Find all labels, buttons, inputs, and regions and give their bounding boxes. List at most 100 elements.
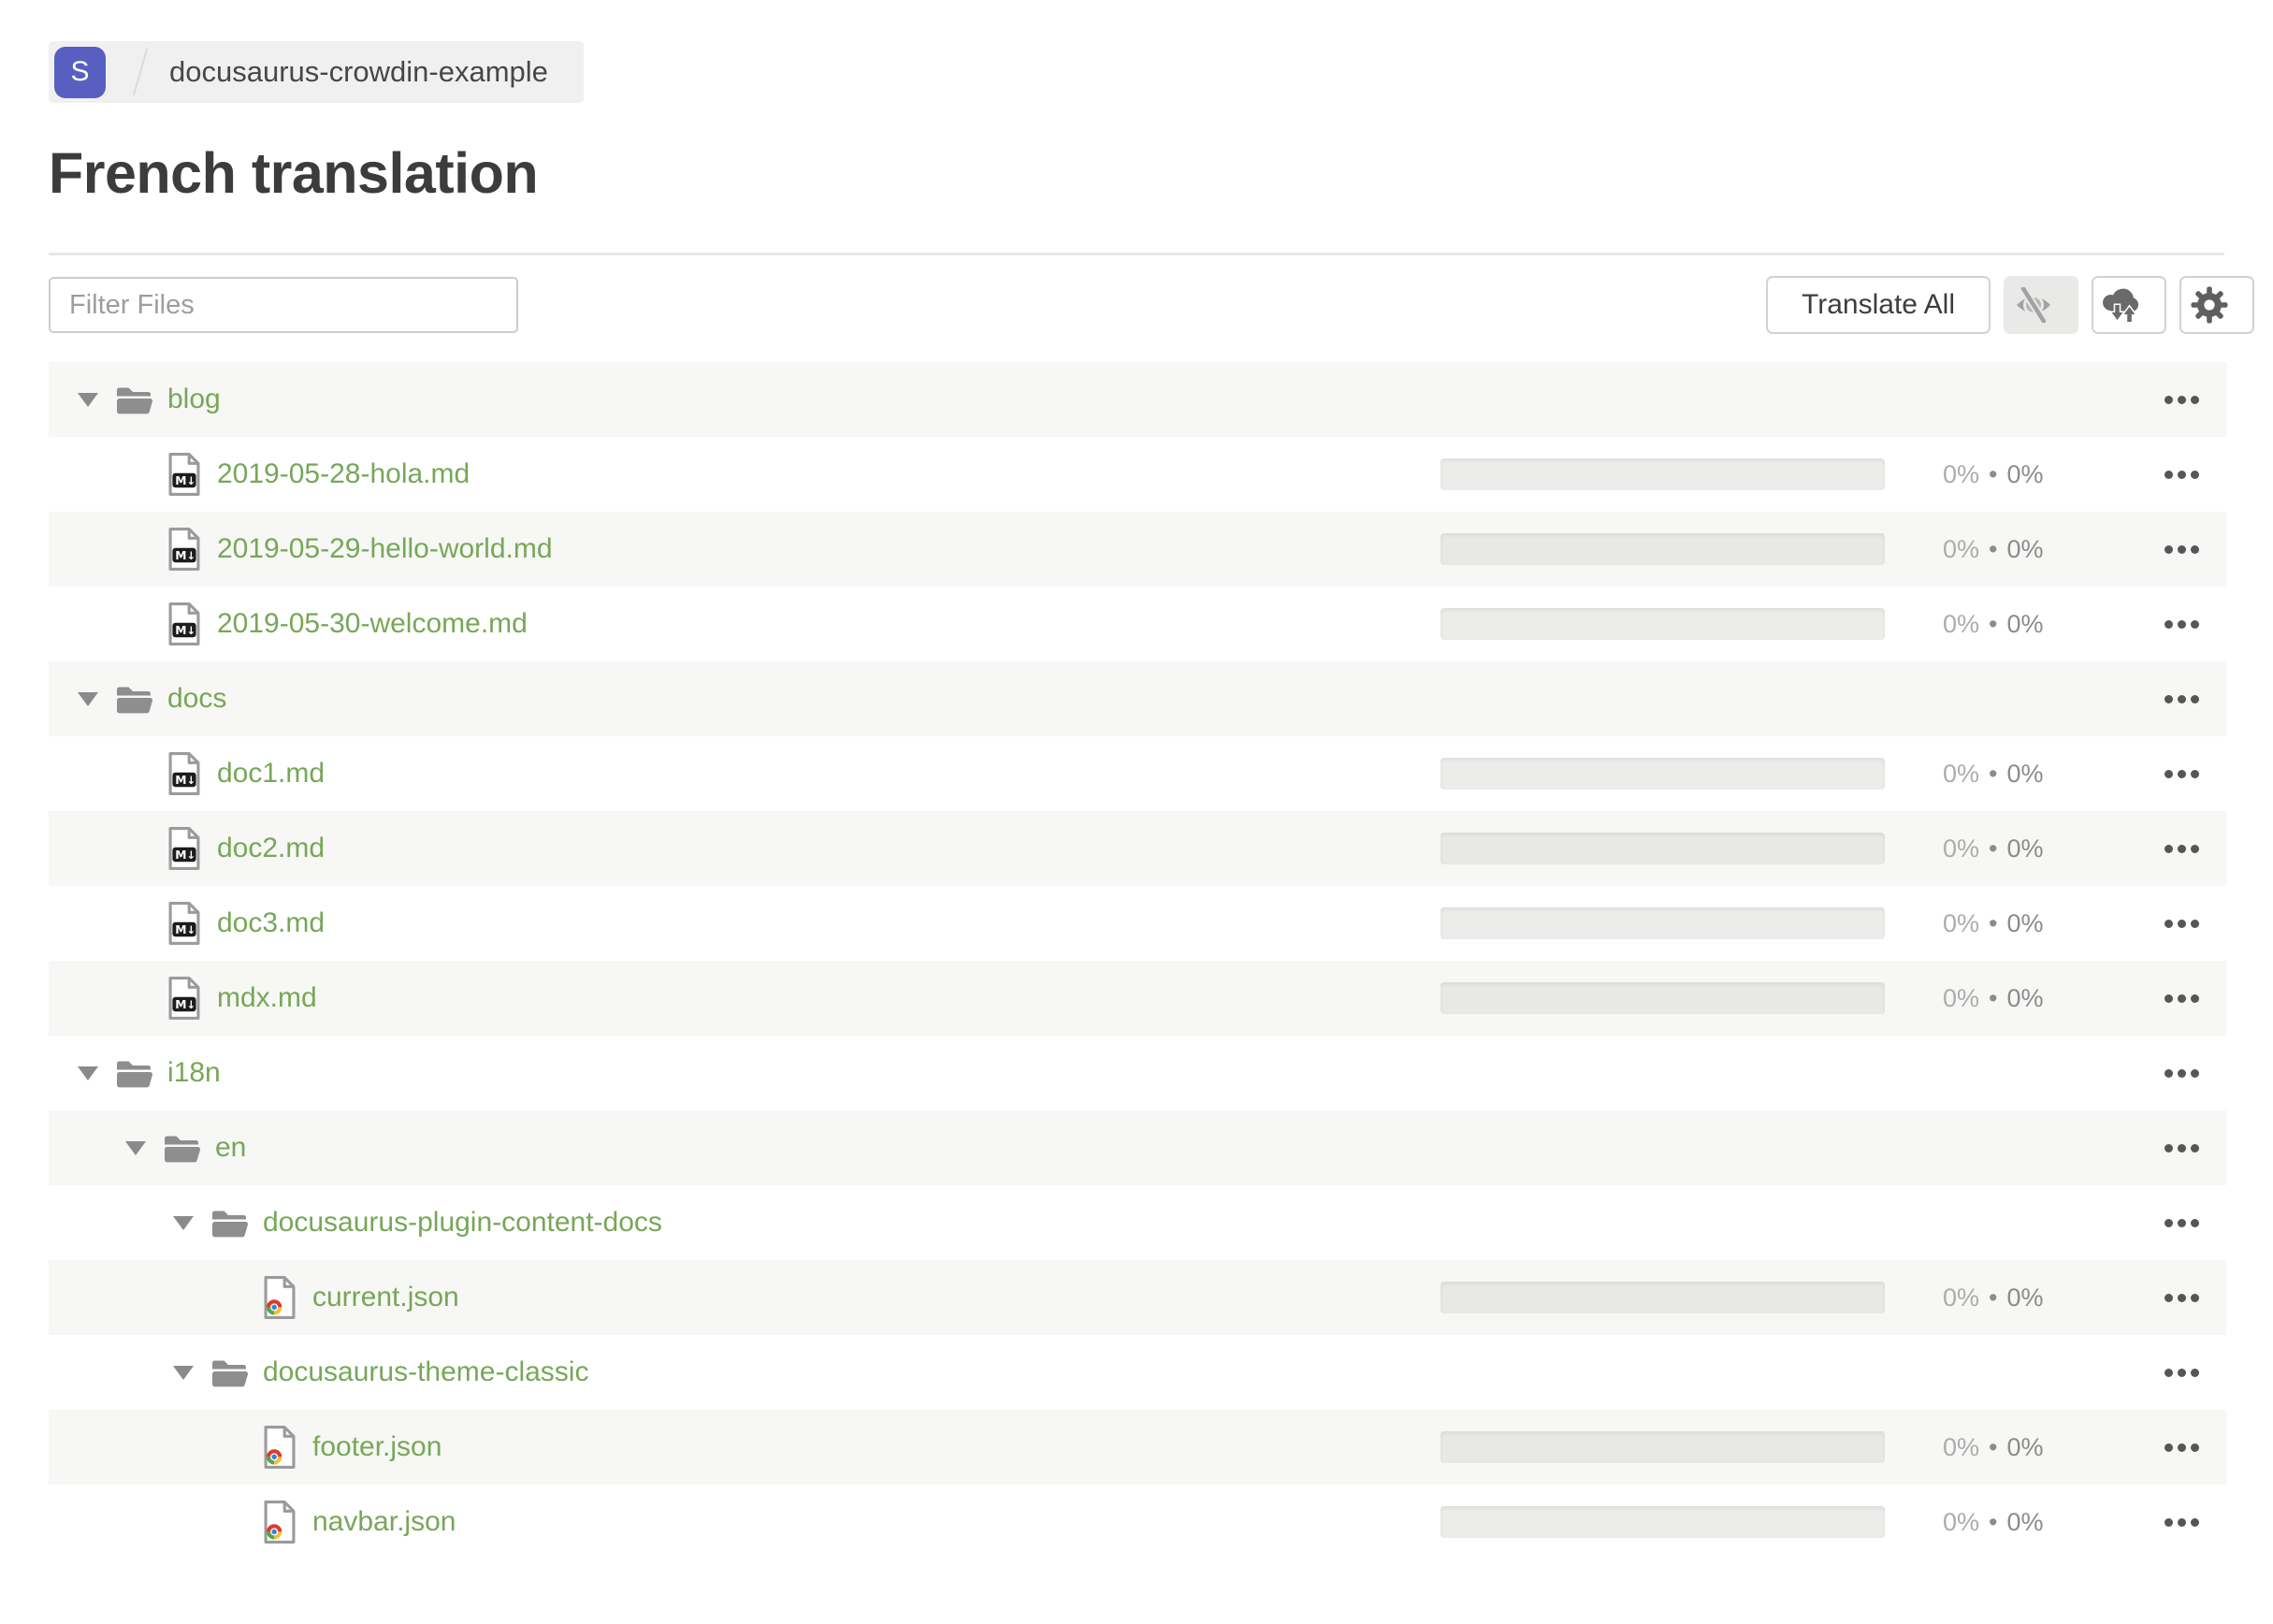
row-menu-button[interactable] xyxy=(2163,1363,2201,1383)
percent-separator: • xyxy=(1989,459,1998,488)
folder-label[interactable]: docusaurus-theme-classic xyxy=(263,1356,588,1388)
file-label[interactable]: mdx.md xyxy=(217,982,317,1014)
breadcrumb-project-name[interactable]: docusaurus-crowdin-example xyxy=(169,55,548,89)
caret-down-icon[interactable] xyxy=(125,1140,146,1155)
percent-separator: • xyxy=(1989,834,1998,863)
progress-percentages: 0% • 0% xyxy=(1943,760,2074,789)
file-label[interactable]: current.json xyxy=(312,1282,459,1313)
caret-down-icon[interactable] xyxy=(173,1365,194,1380)
svg-text:↓: ↓ xyxy=(186,923,195,936)
sync-files-button[interactable] xyxy=(2092,276,2166,334)
tree-row[interactable]: M ↓ mdx.md 0% • 0% xyxy=(49,961,2226,1036)
progress-percentages: 0% • 0% xyxy=(1943,610,2074,639)
tree-row[interactable]: M ↓ footer.json xyxy=(49,1410,2226,1485)
folder-label[interactable]: docs xyxy=(167,683,226,715)
svg-text:↓: ↓ xyxy=(186,549,195,562)
row-menu-button[interactable] xyxy=(2163,914,2201,934)
progress-bar xyxy=(1441,608,1885,640)
folder-label[interactable]: docusaurus-plugin-content-docs xyxy=(263,1207,662,1239)
tree-row[interactable]: M ↓ docusaurus-plugin-con xyxy=(49,1185,2226,1260)
markdown-file-icon: M ↓ xyxy=(166,751,202,796)
folder-label[interactable]: en xyxy=(215,1132,246,1164)
row-menu-button[interactable] xyxy=(2163,1213,2201,1233)
file-label[interactable]: navbar.json xyxy=(312,1506,456,1538)
tree-row[interactable]: M ↓ doc2.md 0% • 0% xyxy=(49,811,2226,886)
percent-separator: • xyxy=(1989,534,1998,563)
tree-row[interactable]: M ↓ 2019-05-28-hola.md 0% • 0% xyxy=(49,437,2226,512)
svg-text:↓: ↓ xyxy=(186,774,195,787)
file-label[interactable]: doc1.md xyxy=(217,758,325,790)
file-label[interactable]: 2019-05-30-welcome.md xyxy=(217,608,528,640)
markdown-file-icon: M ↓ xyxy=(166,976,202,1021)
file-label[interactable]: 2019-05-28-hola.md xyxy=(217,458,470,490)
row-menu-button[interactable] xyxy=(2163,615,2201,634)
file-label[interactable]: footer.json xyxy=(312,1431,442,1463)
progress-bar xyxy=(1441,833,1885,864)
file-label[interactable]: doc3.md xyxy=(217,907,325,939)
markdown-file-icon: M ↓ xyxy=(166,452,202,497)
tree-row[interactable]: M ↓ i18n xyxy=(49,1036,2226,1110)
translate-all-button[interactable]: Translate All xyxy=(1766,276,1991,334)
approved-percent: 0% xyxy=(2006,459,2044,488)
row-menu-button[interactable] xyxy=(2163,390,2201,410)
row-menu-button[interactable] xyxy=(2163,1513,2201,1532)
percent-separator: • xyxy=(1989,759,1998,788)
tree-row[interactable]: M ↓ doc1.md 0% • 0% xyxy=(49,736,2226,811)
translated-percent: 0% xyxy=(1943,1432,1980,1461)
tree-row[interactable]: M ↓ current.json xyxy=(49,1260,2226,1335)
svg-text:M: M xyxy=(175,774,186,787)
caret-down-icon[interactable] xyxy=(173,1215,194,1230)
file-label[interactable]: 2019-05-29-hello-world.md xyxy=(217,533,553,565)
svg-text:↓: ↓ xyxy=(186,848,195,862)
hide-completed-button[interactable] xyxy=(2004,276,2078,334)
tree-row[interactable]: M ↓ docs xyxy=(49,661,2226,736)
tree-row[interactable]: M ↓ blog xyxy=(49,362,2226,437)
row-menu-button[interactable] xyxy=(2163,839,2201,859)
visibility-off-icon xyxy=(2012,287,2055,323)
breadcrumb-separator xyxy=(132,48,149,96)
row-menu-button[interactable] xyxy=(2163,989,2201,1008)
project-avatar[interactable]: S xyxy=(54,46,106,98)
approved-percent: 0% xyxy=(2006,908,2044,937)
translated-percent: 0% xyxy=(1943,609,1980,638)
file-label[interactable]: doc2.md xyxy=(217,833,325,864)
approved-percent: 0% xyxy=(2006,1507,2044,1536)
project-settings-button[interactable] xyxy=(2179,276,2254,334)
json-file-icon xyxy=(262,1425,297,1470)
progress-percentages: 0% • 0% xyxy=(1943,1433,2074,1462)
tree-row[interactable]: M ↓ 2019-05-29-hello-world.md 0% • 0% xyxy=(49,512,2226,587)
tree-row[interactable]: M ↓ navbar.json xyxy=(49,1485,2226,1559)
row-menu-button[interactable] xyxy=(2163,764,2201,784)
tree-row[interactable]: M ↓ doc3.md 0% • 0% xyxy=(49,886,2226,961)
tree-row[interactable]: M ↓ en xyxy=(49,1110,2226,1185)
folder-icon xyxy=(210,1208,248,1239)
caret-down-icon[interactable] xyxy=(78,691,98,706)
markdown-file-icon: M ↓ xyxy=(166,602,202,646)
percent-separator: • xyxy=(1989,1507,1998,1536)
folder-label[interactable]: i18n xyxy=(167,1057,221,1089)
caret-down-icon[interactable] xyxy=(78,392,98,407)
tree-row[interactable]: M ↓ docusaurus-theme-clas xyxy=(49,1335,2226,1410)
translated-percent: 0% xyxy=(1943,759,1980,788)
tree-row[interactable]: M ↓ 2019-05-30-welcome.md 0% • 0% xyxy=(49,587,2226,661)
translated-percent: 0% xyxy=(1943,1283,1980,1312)
row-menu-button[interactable] xyxy=(2163,1438,2201,1457)
row-menu-button[interactable] xyxy=(2163,1288,2201,1308)
svg-text:M: M xyxy=(175,998,186,1011)
row-menu-button[interactable] xyxy=(2163,689,2201,709)
progress-percentages: 0% • 0% xyxy=(1943,1508,2074,1537)
row-menu-button[interactable] xyxy=(2163,1138,2201,1158)
progress-percentages: 0% • 0% xyxy=(1943,1283,2074,1312)
row-menu-button[interactable] xyxy=(2163,540,2201,559)
progress-bar xyxy=(1441,1431,1885,1463)
row-menu-button[interactable] xyxy=(2163,1064,2201,1083)
approved-percent: 0% xyxy=(2006,759,2044,788)
progress-bar xyxy=(1441,758,1885,790)
markdown-file-icon: M ↓ xyxy=(166,901,202,946)
folder-label[interactable]: blog xyxy=(167,384,221,415)
caret-down-icon[interactable] xyxy=(78,1066,98,1080)
svg-text:M: M xyxy=(175,923,186,936)
filter-files-input[interactable] xyxy=(49,277,518,333)
row-menu-button[interactable] xyxy=(2163,465,2201,485)
svg-text:↓: ↓ xyxy=(186,474,195,487)
